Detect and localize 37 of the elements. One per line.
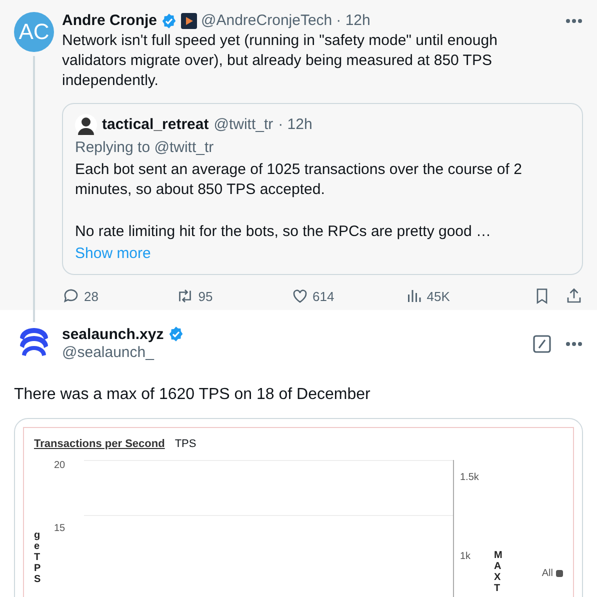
author-handle: @twitt_tr — [214, 115, 274, 135]
avatar — [75, 114, 97, 136]
post-text: There was a max of 1620 TPS on 18 of December — [14, 386, 372, 404]
author-name: tactical_retreat — [102, 115, 209, 135]
edit-icon[interactable] — [533, 335, 551, 353]
axis-tick: 20 — [54, 460, 66, 471]
post-time: · 12h — [336, 12, 370, 29]
axis-tick: 1.5k — [460, 472, 480, 483]
axis-tick: 15 — [54, 523, 66, 534]
reply-button[interactable]: 28 — [62, 287, 176, 305]
post-time: · 12h — [278, 115, 312, 135]
axis-tick: 1k — [460, 551, 472, 562]
avatar: AC — [14, 12, 54, 52]
speech-bubble-icon — [62, 287, 80, 305]
more-icon[interactable] — [565, 18, 583, 24]
affiliate-badge-icon — [181, 12, 198, 28]
more-icon[interactable] — [565, 341, 583, 347]
post-text: Network isn't full speed yet (running in "safety mode" until enough validators migrate over), but already being measured at 850 TPS independently. — [62, 31, 498, 91]
post-text: Each bot sent an average of 1025 transactions over the course of 2 minutes, so about 850 TPS accepted. — [75, 160, 523, 200]
heart-icon — [290, 287, 308, 305]
repost-button[interactable]: 95 — [176, 287, 290, 305]
axis-label: ge TPS — [34, 529, 42, 587]
like-button[interactable]: 614 — [290, 287, 405, 305]
share-icon — [565, 287, 583, 305]
chart-title: Transactions per Second — [34, 438, 165, 450]
post-text: No rate limiting hit for the bots, so the RPCs are pretty good … — [75, 222, 492, 242]
author-name[interactable]: Andre Cronje — [62, 12, 158, 29]
quoted-post[interactable] — [62, 103, 583, 275]
replying-to-text: Replying to @twitt_tr — [75, 138, 215, 158]
share-button[interactable] — [565, 287, 583, 305]
author-handle[interactable]: @sealaunch_ — [62, 344, 184, 361]
legend-label: All — [542, 568, 553, 579]
author-name[interactable]: sealaunch.xyz — [62, 326, 164, 342]
views-button[interactable]: 45K — [404, 287, 519, 305]
chart-tag: TPS — [174, 438, 196, 450]
axis-label: MAX T — [494, 549, 504, 596]
author-handle[interactable]: @AndreCronjeTech — [201, 12, 332, 29]
